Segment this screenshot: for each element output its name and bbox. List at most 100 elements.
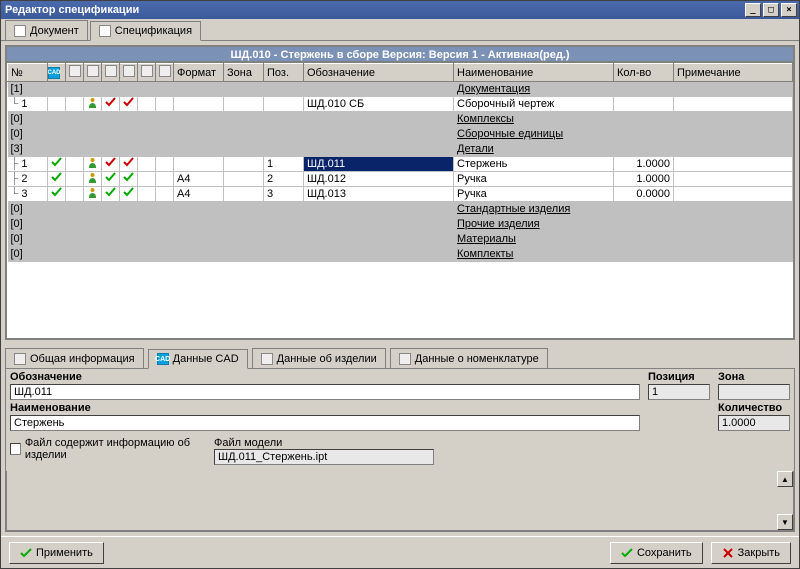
col-format[interactable]: Формат [174, 64, 224, 82]
section-link[interactable]: Детали [457, 143, 494, 155]
tab-icon [399, 353, 411, 365]
person-icon [87, 97, 98, 108]
col-icon-7[interactable] [156, 64, 174, 82]
check-icon [123, 157, 134, 168]
check-icon [51, 187, 62, 198]
check-icon [123, 97, 134, 108]
person-icon [87, 187, 98, 198]
section-link[interactable]: Стандартные изделия [457, 203, 570, 215]
col-pos[interactable]: Поз. [264, 64, 304, 82]
zone-field [718, 384, 790, 400]
save-button[interactable]: Сохранить [610, 542, 703, 564]
apply-button-label: Применить [36, 547, 93, 559]
scroll-up[interactable]: ▲ [777, 471, 793, 487]
spec-banner: ШД.010 - Стержень в сборе Версия: Версия… [6, 46, 794, 62]
tab-nomenclature-data-label: Данные о номенклатуре [415, 353, 539, 365]
section-link[interactable]: Прочие изделия [457, 218, 540, 230]
section-link[interactable]: Документация [457, 83, 530, 95]
splitter[interactable] [5, 340, 795, 346]
section-link[interactable]: Комплексы [457, 113, 514, 125]
model-area: ▲ ▼ [6, 471, 794, 531]
qty-field: 1.0000 [718, 415, 790, 431]
section-link[interactable]: Комплекты [457, 248, 513, 260]
zone-label: Зона [718, 371, 790, 383]
check-icon [105, 187, 116, 198]
scroll-down[interactable]: ▼ [777, 514, 793, 530]
position-field: 1 [648, 384, 710, 400]
minimize-button[interactable]: _ [745, 3, 761, 17]
section-row[interactable]: [0] Комплексы [8, 112, 793, 127]
col-name[interactable]: Наименование [454, 64, 614, 82]
tab-product-data[interactable]: Данные об изделии [252, 348, 386, 368]
maximize-button[interactable]: □ [763, 3, 779, 17]
tab-document[interactable]: Документ [5, 20, 88, 40]
col-icon-6[interactable] [138, 64, 156, 82]
col-icon-cad[interactable]: CAD [48, 64, 66, 82]
check-icon [51, 157, 62, 168]
table-row[interactable]: ├ 2 A42 ШД.012 Ручка1.0000 [8, 172, 793, 187]
tab-specification-label: Спецификация [115, 25, 192, 37]
check-icon [105, 172, 116, 183]
apply-button[interactable]: Применить [9, 542, 104, 564]
section-row[interactable]: [0] Прочие изделия [8, 217, 793, 232]
section-row[interactable]: [0] Комплекты [8, 247, 793, 262]
col-icon-5[interactable] [120, 64, 138, 82]
table-row[interactable]: └ 3 A43 ШД.013 Ручка0.0000 [8, 187, 793, 202]
check-icon [20, 547, 32, 559]
file-contains-checkbox[interactable]: Файл содержит информацию об изделии [10, 437, 210, 461]
section-row[interactable]: [0] Стандартные изделия [8, 202, 793, 217]
spec-grid[interactable]: № CAD Формат Зона Поз. Обозначение Наиме… [6, 62, 794, 339]
col-icon-3[interactable] [84, 64, 102, 82]
tab-cad-data-label: Данные CAD [173, 353, 239, 365]
table-row[interactable]: ├ 1 1 ШД.011 Стержень1.0000 [8, 157, 793, 172]
checkbox-icon [10, 443, 21, 455]
table-row[interactable]: └ 1 ШД.010 СБ Сборочный чертеж [8, 97, 793, 112]
model-file-field: ШД.011_Стержень.ipt [214, 449, 434, 465]
designation-label: Обозначение [10, 371, 640, 383]
col-designation[interactable]: Обозначение [304, 64, 454, 82]
col-num[interactable]: № [8, 64, 48, 82]
check-icon [51, 172, 62, 183]
close-window-button[interactable]: × [781, 3, 797, 17]
section-row[interactable]: [3] Детали [8, 142, 793, 157]
tab-cad-data[interactable]: CAD Данные CAD [148, 349, 248, 369]
section-row[interactable]: [0] Материалы [8, 232, 793, 247]
check-icon [123, 187, 134, 198]
tab-icon [261, 353, 273, 365]
document-icon [14, 25, 26, 37]
main-tabbar: Документ Спецификация [1, 19, 799, 41]
name-label: Наименование [10, 402, 640, 414]
spec-icon [99, 25, 111, 37]
col-icon-person[interactable] [102, 64, 120, 82]
col-qty[interactable]: Кол-во [614, 64, 674, 82]
section-row[interactable]: [1] Документация [8, 82, 793, 97]
designation-field[interactable]: ШД.011 [10, 384, 640, 400]
col-icon-2[interactable] [66, 64, 84, 82]
detail-pane: Обозначение ШД.011 Наименование Стержень… [5, 368, 795, 532]
check-icon [105, 97, 116, 108]
tab-nomenclature-data[interactable]: Данные о номенклатуре [390, 348, 548, 368]
person-icon [87, 172, 98, 183]
tab-icon [14, 353, 26, 365]
col-zone[interactable]: Зона [224, 64, 264, 82]
titlebar: Редактор спецификации _ □ × [1, 1, 799, 19]
section-link[interactable]: Сборочные единицы [457, 128, 563, 140]
col-note[interactable]: Примечание [674, 64, 793, 82]
x-icon [722, 547, 734, 559]
section-link[interactable]: Материалы [457, 233, 516, 245]
person-icon [87, 157, 98, 168]
tab-specification[interactable]: Спецификация [90, 21, 201, 41]
tab-product-data-label: Данные об изделии [277, 353, 377, 365]
tab-general-info[interactable]: Общая информация [5, 348, 144, 368]
check-icon [621, 547, 633, 559]
save-button-label: Сохранить [637, 547, 692, 559]
tab-document-label: Документ [30, 25, 79, 37]
file-contains-label: Файл содержит информацию об изделии [25, 437, 210, 461]
section-row[interactable]: [0] Сборочные единицы [8, 127, 793, 142]
cad-icon: CAD [157, 353, 169, 365]
scrollbar[interactable]: ▲ ▼ [777, 471, 793, 530]
name-field[interactable]: Стержень [10, 415, 640, 431]
close-button[interactable]: Закрыть [711, 542, 791, 564]
footer: Применить Сохранить Закрыть [1, 536, 799, 568]
qty-label: Количество [718, 402, 790, 414]
